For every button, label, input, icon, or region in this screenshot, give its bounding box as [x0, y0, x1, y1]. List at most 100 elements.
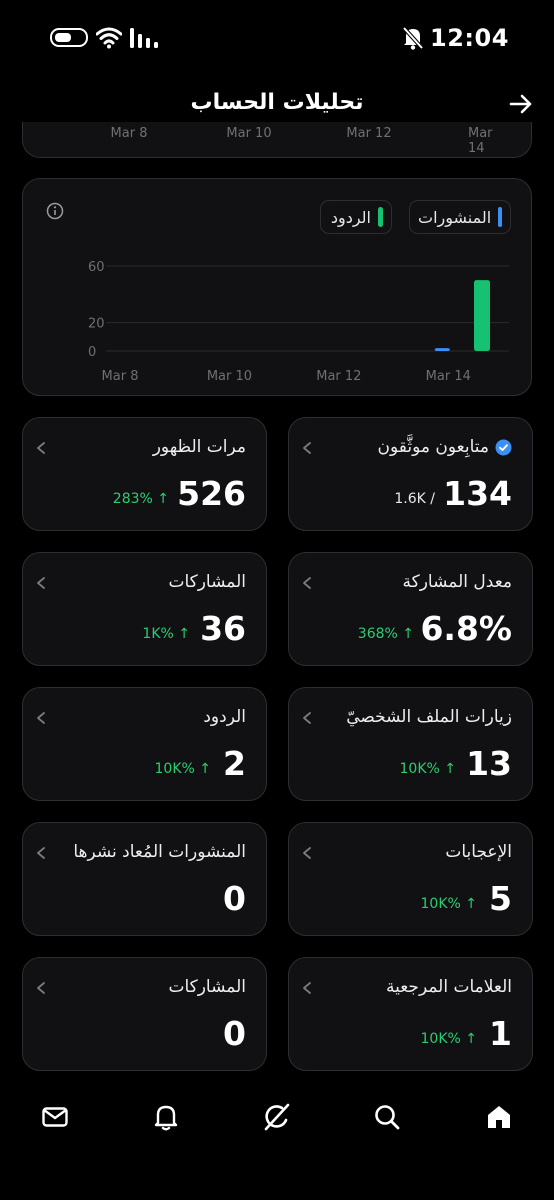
stat-label: العلامات المرجعية [386, 977, 512, 997]
verified-badge-icon [495, 439, 512, 455]
y-tick-label: 20 [88, 317, 105, 332]
x-tick-label: Mar 12 [316, 369, 361, 384]
bottom-nav [0, 1090, 554, 1162]
info-icon[interactable] [46, 202, 64, 220]
arrow-up-icon: ↑ [178, 626, 190, 642]
stat-label-text: معدل المشاركة [402, 572, 512, 592]
status-time: 12:04 [430, 24, 509, 52]
x-tick-label: Mar 10 [207, 369, 252, 384]
stat-label: المشاركات [168, 977, 246, 997]
stat-label-text: متابِعون موثَّقون [377, 437, 489, 457]
y-tick-label: 60 [88, 260, 105, 275]
stat-label-text: المنشورات المُعاد نشرها [73, 842, 246, 862]
stat-card[interactable]: المشاركات 36 1K% ↑ [22, 552, 267, 666]
stat-growth: 368% ↑ [358, 626, 414, 642]
x-tick-label: Mar 14 [468, 126, 493, 156]
stat-growth-text: 283% [112, 491, 153, 507]
chevron-left-icon [303, 982, 311, 994]
stat-growth-text: 10K% [154, 761, 195, 777]
bell-off-icon [402, 26, 424, 50]
legend-swatch-replies [378, 207, 383, 227]
stat-value: 13 [466, 744, 512, 783]
arrow-up-icon: ↑ [402, 626, 414, 642]
bar-posts [434, 348, 450, 351]
wifi-icon [96, 27, 122, 49]
legend-label-replies: الردود [330, 207, 371, 227]
bar-replies [474, 280, 490, 351]
stat-card[interactable]: الإعجابات 5 10K% ↑ [288, 822, 533, 936]
previous-chart-card: Mar 8 Mar 10 Mar 12 Mar 14 [22, 122, 532, 158]
stat-label: الإعجابات [445, 842, 512, 862]
stat-card[interactable]: معدل المشاركة 6.8% 368% ↑ [288, 552, 533, 666]
arrow-up-icon: ↑ [199, 761, 211, 777]
stat-growth-text: 1K% [142, 626, 174, 642]
chevron-left-icon [37, 442, 45, 454]
stat-label-text: مرات الظهور [152, 437, 246, 457]
stat-card[interactable]: متابِعون موثَّقون 134 1.6K / [288, 417, 533, 531]
stat-growth: 10K% ↑ [421, 896, 478, 912]
stat-value: 6.8% [420, 609, 512, 648]
stat-label-text: العلامات المرجعية [385, 977, 512, 997]
activity-chart-card: 60 20 0 Mar 8 Mar 10 Mar 12 Mar 14 المنشورات ا… [22, 178, 532, 396]
stat-value: 134 [443, 474, 512, 513]
x-tick-label: Mar 8 [102, 369, 139, 384]
stat-value: 1 [489, 1014, 512, 1053]
stat-growth-text: 10K% [420, 1031, 461, 1047]
home-icon[interactable] [484, 1102, 514, 1132]
status-bar: 12:04 [0, 0, 554, 76]
stat-growth: 10K% ↑ [155, 761, 212, 777]
stat-growth: 1K% ↑ [142, 626, 190, 642]
stat-card[interactable]: المنشورات المُعاد نشرها 0 [22, 822, 267, 936]
stat-growth: 283% ↑ [113, 491, 169, 507]
chevron-left-icon [37, 847, 45, 859]
messages-icon[interactable] [40, 1102, 70, 1132]
stat-label-text: الردود [203, 707, 246, 727]
stat-card[interactable]: زيارات الملف الشخصيّ 13 10K% ↑ [288, 687, 533, 801]
chevron-left-icon [303, 442, 311, 454]
stat-value: 0 [223, 879, 246, 918]
stat-label-text: المشاركات [168, 572, 246, 592]
chevron-left-icon [303, 847, 311, 859]
stat-card[interactable]: مرات الظهور 526 283% ↑ [22, 417, 267, 531]
stat-label: المنشورات المُعاد نشرها [73, 842, 246, 862]
stat-growth: 10K% ↑ [400, 761, 457, 777]
legend-swatch-posts [498, 207, 502, 227]
chevron-left-icon [37, 577, 45, 589]
chevron-left-icon [37, 982, 45, 994]
stat-card[interactable]: الردود 2 10K% ↑ [22, 687, 267, 801]
stat-label-text: زيارات الملف الشخصيّ [346, 707, 512, 727]
chevron-left-icon [303, 712, 311, 724]
search-icon[interactable] [372, 1102, 402, 1132]
stat-growth: 10K% ↑ [421, 1031, 478, 1047]
arrow-up-icon: ↑ [465, 896, 477, 912]
arrow-up-icon: ↑ [465, 1031, 477, 1047]
stat-card[interactable]: المشاركات 0 [22, 957, 267, 1071]
x-tick-label: Mar 12 [346, 126, 392, 141]
stat-growth-text: 10K% [420, 896, 461, 912]
chevron-left-icon [37, 712, 45, 724]
page-title: تحليلات الحساب [190, 90, 364, 115]
notifications-icon[interactable] [151, 1102, 181, 1132]
stat-value: 526 [177, 474, 246, 513]
stat-label: متابِعون موثَّقون [377, 437, 512, 457]
stat-growth-text: 368% [357, 626, 398, 642]
legend-label-posts: المنشورات [418, 207, 492, 227]
arrow-up-icon: ↑ [444, 761, 456, 777]
stat-label: المشاركات [168, 572, 246, 592]
stat-card[interactable]: العلامات المرجعية 1 10K% ↑ [288, 957, 533, 1071]
x-tick-label: Mar 8 [110, 126, 148, 141]
arrow-right-icon[interactable] [508, 92, 534, 116]
grok-icon[interactable] [262, 1102, 292, 1132]
chevron-left-icon [303, 577, 311, 589]
stat-label: زيارات الملف الشخصيّ [346, 707, 512, 727]
stat-value: 2 [223, 744, 246, 783]
stat-growth-text: 10K% [399, 761, 440, 777]
y-tick-label: 0 [88, 345, 96, 360]
stat-total: 1.6K / [394, 491, 435, 507]
legend-replies[interactable]: الردود [320, 200, 392, 234]
legend-posts[interactable]: المنشورات [409, 200, 511, 234]
stat-value: 36 [200, 609, 246, 648]
signal-icon [130, 28, 158, 48]
arrow-up-icon: ↑ [157, 491, 169, 507]
stat-label: الردود [203, 707, 246, 727]
